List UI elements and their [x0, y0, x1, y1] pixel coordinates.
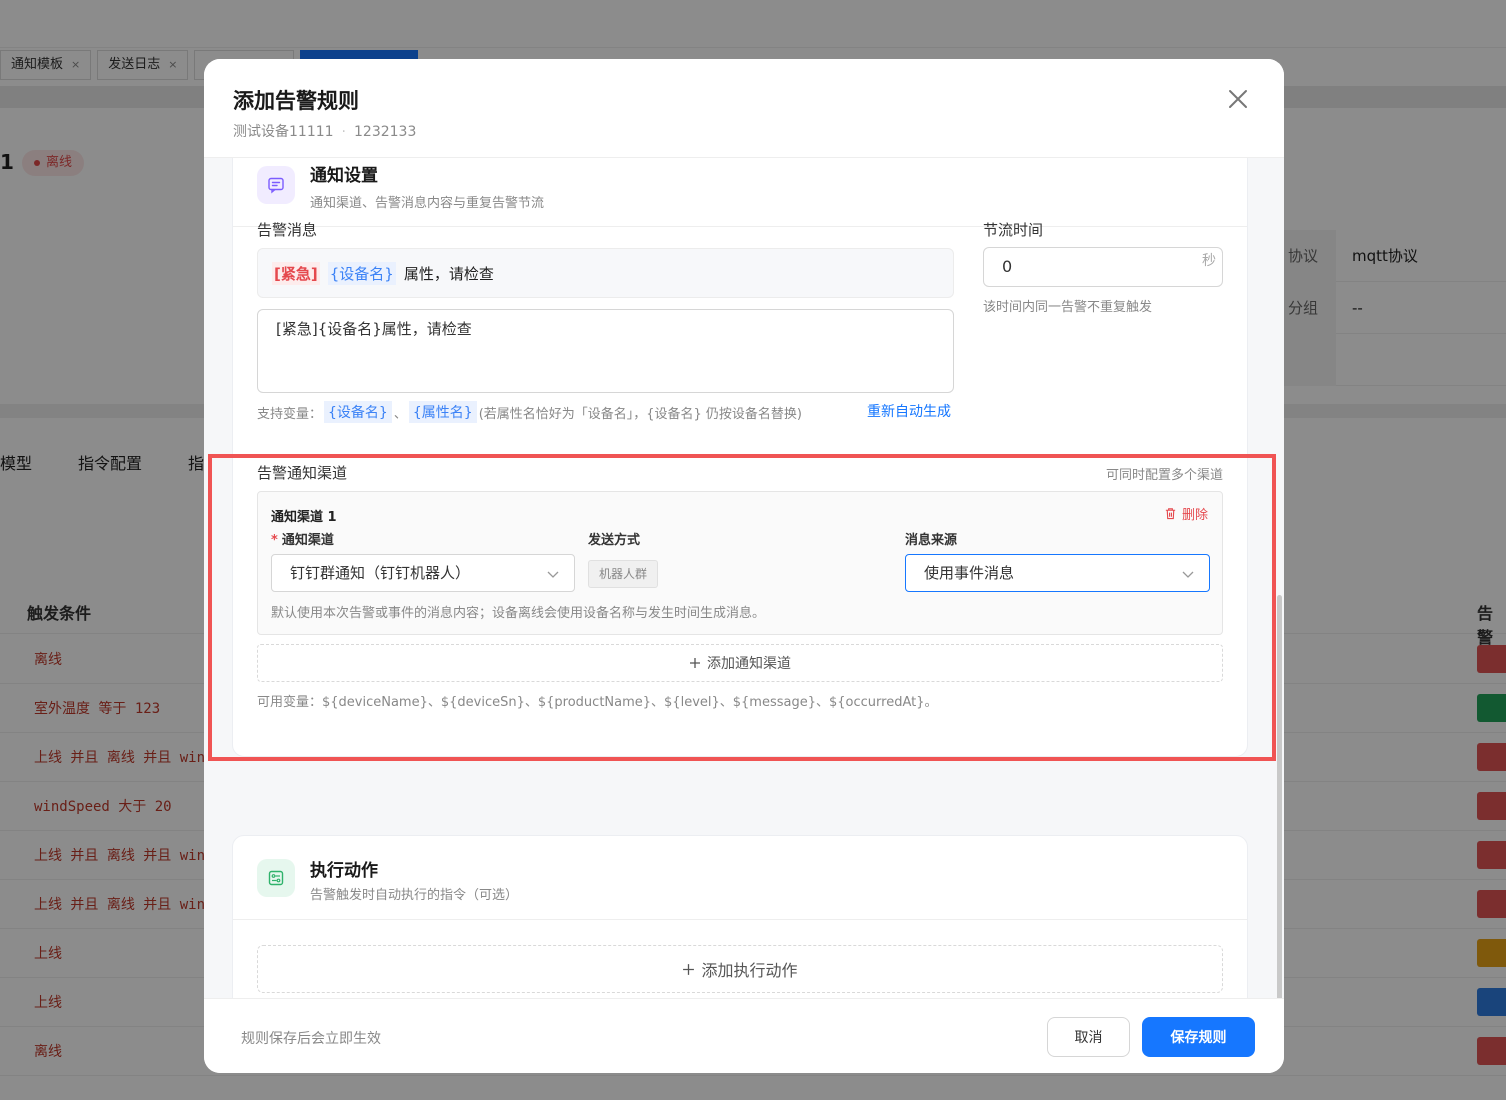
message-preview: [紧急] {设备名} 属性，请检查	[257, 248, 954, 298]
chevron-down-icon	[547, 571, 559, 578]
throttle-input[interactable]: 0 秒	[983, 247, 1223, 287]
message-textarea[interactable]: [紧急]{设备名}属性，请检查	[257, 309, 954, 393]
plus-icon	[690, 658, 700, 668]
throttle-help: 该时间内同一告警不重复触发	[983, 300, 1153, 315]
throttle-unit: 秒	[1202, 253, 1216, 269]
add-action-button[interactable]: 添加执行动作	[257, 945, 1223, 993]
throttle-label: 节流时间	[983, 221, 1044, 239]
message-icon	[257, 166, 295, 204]
add-channel-button[interactable]: 添加通知渠道	[257, 644, 1223, 682]
dialog-body[interactable]: 通知设置 通知渠道、告警消息内容与重复告警节流 告警消息 [紧急] {设备名} …	[204, 158, 1284, 998]
variable-help: 支持变量： {设备名} 、 {属性名} (若属性名恰好为「设备名」，{设备名} …	[257, 401, 802, 423]
source-field-label: 消息来源	[905, 533, 958, 548]
device-name: 测试设备11111	[233, 124, 334, 140]
card-desc: 通知渠道、告警消息内容与重复告警节流	[310, 196, 545, 211]
execute-action-card: 执行动作 告警触发时自动执行的指令（可选） 添加执行动作	[232, 835, 1248, 998]
footer-note: 规则保存后会立即生效	[241, 1031, 381, 1047]
method-field-label: 发送方式	[588, 533, 641, 548]
delete-channel-button[interactable]: 删除	[1164, 504, 1208, 523]
dialog-title: 添加告警规则	[233, 89, 359, 113]
channels-label: 告警通知渠道	[257, 464, 348, 482]
variable-chip-attr[interactable]: {属性名}	[408, 401, 477, 423]
available-variables: 可用变量：${deviceName}、${deviceSn}、${product…	[257, 695, 938, 710]
channel-item: 通知渠道 1 删除 * 通知渠道 发送方式 消息来源 钉钉群通知（钉钉机器人） 机…	[257, 491, 1223, 635]
action-icon	[257, 859, 295, 897]
save-rule-button[interactable]: 保存规则	[1142, 1017, 1255, 1057]
channel-title: 通知渠道 1	[271, 510, 337, 525]
card-title: 通知设置	[310, 166, 378, 186]
regenerate-link[interactable]: 重新自动生成	[867, 401, 951, 421]
card-header: 执行动作 告警触发时自动执行的指令（可选）	[233, 836, 1247, 920]
required-mark: *	[271, 533, 278, 548]
variable-chip-device[interactable]: {设备名}	[324, 401, 392, 423]
cancel-button[interactable]: 取消	[1047, 1017, 1130, 1057]
card-title: 执行动作	[310, 861, 378, 881]
source-select[interactable]: 使用事件消息	[905, 554, 1210, 592]
dialog-header: 添加告警规则 测试设备11111 · 1232133	[204, 59, 1284, 158]
dialog-footer: 规则保存后会立即生效 取消 保存规则	[204, 998, 1284, 1073]
chevron-down-icon	[1182, 571, 1194, 578]
card-desc: 告警触发时自动执行的指令（可选）	[310, 888, 519, 903]
channel-field-label: * 通知渠道	[271, 533, 334, 548]
plus-icon	[683, 963, 695, 975]
notify-settings-card: 通知设置 通知渠道、告警消息内容与重复告警节流 告警消息 [紧急] {设备名} …	[232, 158, 1248, 757]
channels-hint: 可同时配置多个渠道	[1105, 468, 1223, 483]
urgent-tag: [紧急]	[272, 261, 320, 285]
dialog-subtitle: 测试设备11111 · 1232133	[233, 124, 417, 140]
send-method-badge: 机器人群	[588, 560, 659, 588]
scrollbar[interactable]	[1277, 595, 1282, 998]
close-icon[interactable]	[1226, 87, 1250, 111]
message-label: 告警消息	[257, 221, 318, 239]
device-sn: 1232133	[354, 124, 417, 140]
card-header: 通知设置 通知渠道、告警消息内容与重复告警节流	[233, 158, 1247, 227]
trash-icon	[1165, 508, 1176, 520]
variable-chip: {设备名}	[327, 261, 396, 285]
channel-help: 默认使用本次告警或事件的消息内容；设备离线会使用设备名称与发生时间生成消息。	[271, 606, 766, 621]
channel-select[interactable]: 钉钉群通知（钉钉机器人）	[271, 554, 575, 592]
add-alarm-rule-dialog: 添加告警规则 测试设备11111 · 1232133 通知设置 通知渠道、告警消息内…	[204, 59, 1284, 1073]
